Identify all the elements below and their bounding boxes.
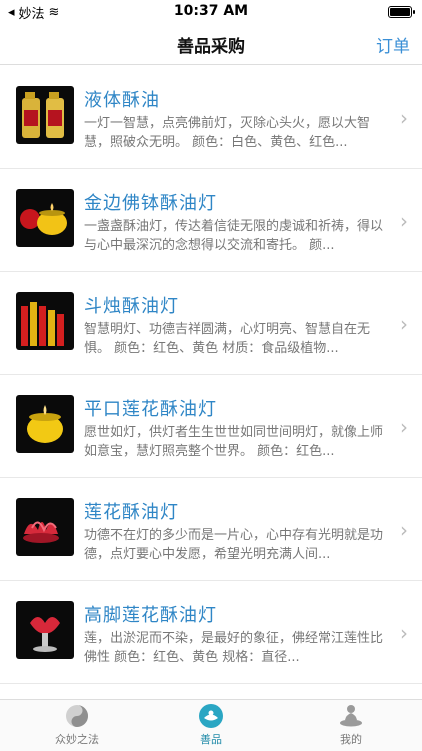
meditation-icon [338,703,364,729]
product-description: 功德不在灯的多少而是一片心，心中存有光明就是功德，点灯要心中发愿，希望光明充满人… [84,528,384,562]
chevron-right-icon: › [400,106,408,130]
yin-yang-icon [64,703,90,729]
product-list: 液体酥油 一灯一智慧，点亮佛前灯，灭除心头火，愿以大智慧，照破众无明。 颜色：白… [0,66,422,699]
product-description: 愿世如灯，供灯者生生世世如同世间明灯，就像上师如意宝，慧灯照亮整个世界。 颜色：… [84,425,384,459]
list-item[interactable]: 莲花酥油灯 功德不在灯的多少而是一片心，心中存有光明就是功德，点灯要心中发愿，希… [0,478,422,581]
product-description: 智慧明灯、功德吉祥圆满，心灯明亮、智慧自在无惧。 颜色：红色、黄色 材质：食品级… [84,322,371,356]
offering-icon [198,703,224,729]
status-bar: ◂ 妙法 ≋ 10:37 AM [0,0,422,24]
product-thumbnail [16,86,74,144]
page-title: 善品采购 [177,37,245,57]
product-thumbnail [16,189,74,247]
product-title: 高脚莲花酥油灯 [84,605,217,626]
list-item[interactable]: 金边佛钵酥油灯 一盏盏酥油灯，传达着信徒无限的虔诚和祈祷，得以与心中最深沉的念想… [0,169,422,272]
battery-icon [388,6,415,18]
product-title: 液体酥油 [84,90,160,111]
product-description: 一灯一智慧，点亮佛前灯，灭除心头火，愿以大智慧，照破众无明。 颜色：白色、黄色、… [84,116,371,150]
chevron-right-icon: › [400,518,408,542]
product-title: 莲花酥油灯 [84,502,179,523]
chevron-right-icon: › [400,312,408,336]
tab-dharma[interactable]: 众妙之法 [7,703,147,747]
product-title: 金边佛钵酥油灯 [84,193,217,214]
tab-profile[interactable]: 我的 [281,703,421,747]
chevron-right-icon: › [400,209,408,233]
nav-bar: 善品采购 订单 [0,24,422,65]
chevron-right-icon: › [400,415,408,439]
product-title: 斗烛酥油灯 [84,296,179,317]
list-item[interactable]: 液体酥油 一灯一智慧，点亮佛前灯，灭除心头火，愿以大智慧，照破众无明。 颜色：白… [0,66,422,169]
list-item[interactable]: 高脚莲花酥油灯 莲，出淤泥而不染，是最好的象征，佛经常江莲性比佛性 颜色：红色、… [0,581,422,684]
product-description: 一盏盏酥油灯，传达着信徒无限的虔诚和祈祷，得以与心中最深沉的念想得以交流和寄托。… [84,219,384,253]
list-item[interactable]: 平口莲花酥油灯 愿世如灯，供灯者生生世世如同世间明灯，就像上师如意宝，慧灯照亮整… [0,375,422,478]
product-thumbnail [16,498,74,556]
product-description: 莲，出淤泥而不染，是最好的象征，佛经常江莲性比佛性 颜色：红色、黄色 规格：直径… [84,631,384,665]
product-thumbnail [16,395,74,453]
product-thumbnail [16,601,74,659]
orders-button[interactable]: 订单 [376,32,410,57]
clock: 10:37 AM [173,3,249,19]
product-title: 平口莲花酥油灯 [84,399,217,420]
tab-label: 众妙之法 [55,733,99,746]
tab-label: 善品 [200,733,222,746]
tab-label: 我的 [340,733,362,746]
chevron-right-icon: › [400,621,408,645]
list-item[interactable]: 斗烛酥油灯 智慧明灯、功德吉祥圆满，心灯明亮、智慧自在无惧。 颜色：红色、黄色 … [0,272,422,375]
product-thumbnail [16,292,74,350]
tab-bar: 众妙之法 善品 我的 [0,699,422,751]
tab-offerings[interactable]: 善品 [141,703,281,747]
